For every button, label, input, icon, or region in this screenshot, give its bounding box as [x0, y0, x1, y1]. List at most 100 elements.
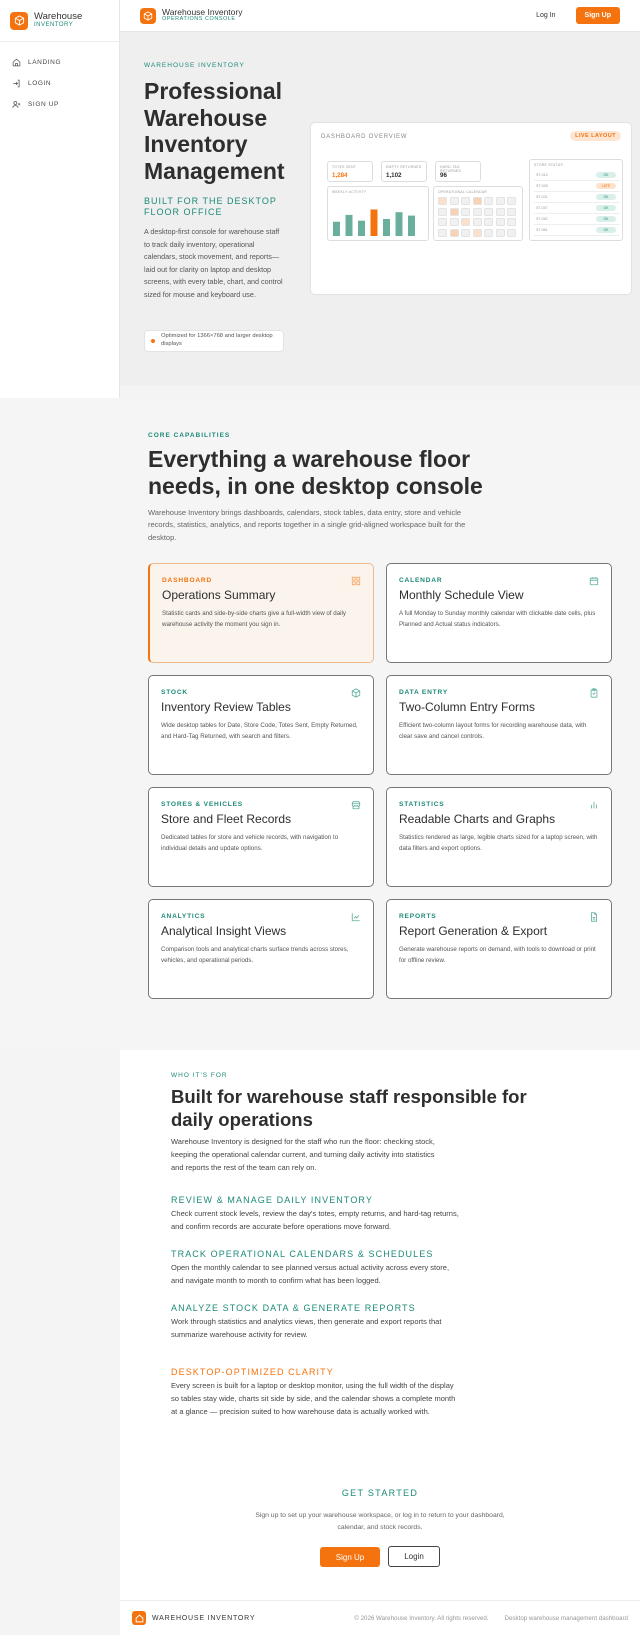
who-paragraph: Every screen is built for a laptop or de… — [171, 1381, 456, 1416]
stat-label: TOTES SENT — [332, 165, 357, 169]
card-description: Efficient two-column layout forms for re… — [399, 722, 587, 740]
sidebar-item-signup[interactable]: SIGN UP — [0, 94, 119, 115]
card-description: Comparison tools and analytical charts s… — [161, 946, 349, 964]
who-eyebrow: WHO IT'S FOR — [171, 1072, 228, 1079]
calendar-cell — [438, 197, 447, 205]
mini-calendar-grid — [438, 197, 518, 239]
calendar-cell — [495, 207, 505, 216]
calendar-cell — [484, 218, 493, 226]
card-dashboard[interactable]: DASHBOARD Operations Summary Statistic c… — [148, 563, 374, 663]
signup-button[interactable]: Sign Up — [575, 7, 620, 24]
card-tag: STATISTICS — [399, 801, 445, 808]
card-tag: ANALYTICS — [161, 913, 206, 920]
card-stores-vehicles[interactable]: STORES & VEHICLES Store and Fleet Record… — [148, 787, 374, 887]
sidebar-brand[interactable]: Warehouse INVENTORY — [0, 0, 119, 42]
box-icon — [351, 688, 361, 698]
calendar-cell — [461, 228, 470, 237]
stat-value: 96 — [440, 172, 447, 179]
stat-card: EMPTY RETURNED 1,102 — [381, 161, 427, 182]
calendar-cell — [449, 228, 459, 237]
who-heading: REVIEW & MANAGE DAILY INVENTORY — [171, 1195, 373, 1205]
calendar-cell — [449, 207, 459, 216]
card-stock[interactable]: STOCK Inventory Review Tables Wide deskt… — [148, 675, 374, 775]
document-icon — [591, 912, 597, 922]
card-analytics[interactable]: ANALYTICS Analytical Insight Views Compa… — [148, 899, 374, 999]
home-icon — [12, 58, 21, 67]
box-logo-icon[interactable] — [140, 7, 156, 24]
login-icon — [13, 79, 20, 88]
who-heading: DESKTOP-OPTIMIZED CLARITY — [171, 1367, 334, 1377]
store-code: ST-047 — [536, 206, 548, 210]
calendar-cell — [472, 228, 482, 237]
card-description: Dedicated tables for store and vehicle r… — [161, 834, 339, 852]
clipboard-icon — [590, 688, 598, 698]
card-tag: REPORTS — [399, 913, 437, 920]
calendar-cell — [495, 218, 505, 226]
calendar-cell — [507, 228, 516, 237]
card-tag: STORES & VEHICLES — [161, 801, 243, 808]
box-logo-icon — [10, 11, 28, 30]
topbar: Warehouse Inventory OPERATIONS CONSOLE L… — [120, 0, 640, 32]
get-started-description: Sign up to set up your warehouse workspa… — [255, 1512, 505, 1531]
get-started-login-button[interactable]: Login — [388, 1546, 440, 1567]
hero-description: A desktop-first console for warehouse st… — [144, 227, 283, 299]
calendar-panel: OPERATIONAL CALENDAR — [433, 186, 523, 241]
card-title: Inventory Review Tables — [161, 700, 291, 714]
footer-brand: WAREHOUSE INVENTORY — [152, 1614, 256, 1622]
stat-label: EMPTY RETURNED — [386, 165, 422, 169]
calendar-cell — [507, 207, 516, 216]
mini-bar — [395, 212, 403, 236]
who-paragraph: Check current stock levels, review the d… — [171, 1209, 459, 1231]
grid-icon — [351, 576, 361, 586]
who-section: WHO IT'S FOR Built for warehouse staff r… — [120, 1050, 640, 1600]
stat-value: 1,284 — [332, 172, 348, 179]
hero-title: Professional Warehouse Inventory Managem… — [144, 78, 285, 185]
who-title: Built for warehouse staff responsible fo… — [171, 1086, 527, 1131]
mini-bar — [383, 219, 390, 236]
status-panel-label: STORE STATUS — [534, 163, 564, 167]
calendar-cell — [472, 197, 482, 205]
card-description: Statistic cards and side-by-side charts … — [162, 610, 346, 628]
store-code: ST-031 — [536, 195, 548, 199]
live-layout-badge: LIVE LAYOUT — [570, 131, 621, 141]
sidebar-item-landing[interactable]: LANDING — [0, 52, 119, 73]
sidebar-brand-title: Warehouse — [34, 11, 83, 23]
card-reports[interactable]: REPORTS Report Generation & Export Gener… — [386, 899, 612, 999]
sidebar-item-label: LANDING — [28, 59, 62, 66]
calendar-cell — [484, 197, 493, 205]
get-started-signup-button[interactable]: Sign Up — [320, 1547, 380, 1567]
calendar-cell — [449, 218, 459, 226]
mini-bar-chart — [333, 209, 415, 236]
who-heading: ANALYZE STOCK DATA & GENERATE REPORTS — [171, 1303, 416, 1313]
bar-chart-icon — [591, 802, 597, 809]
calendar-cell — [438, 207, 447, 216]
user-plus-icon — [12, 101, 21, 108]
mini-bar — [358, 220, 365, 236]
card-statistics[interactable]: STATISTICS Readable Charts and Graphs St… — [386, 787, 612, 887]
hero-section: WAREHOUSE INVENTORY Professional Warehou… — [120, 32, 640, 386]
line-chart-icon — [351, 913, 360, 922]
status-pill: OK — [596, 227, 616, 233]
card-tag: STOCK — [161, 689, 188, 696]
mini-bar — [333, 221, 340, 236]
store-status-row: ST-052 OK — [534, 216, 620, 225]
optimization-note-text: Optimized for 1366×768 and larger deskto… — [161, 333, 273, 347]
status-pill: LATE — [596, 183, 616, 189]
calendar-cell — [461, 207, 470, 216]
card-data-entry[interactable]: DATA ENTRY Two-Column Entry Forms Effici… — [386, 675, 612, 775]
mini-bar — [345, 214, 353, 236]
card-calendar[interactable]: CALENDAR Monthly Schedule View A full Mo… — [386, 563, 612, 663]
card-tag: CALENDAR — [399, 577, 443, 584]
footer-tagline: Desktop warehouse management dashboard — [504, 1614, 628, 1622]
sidebar-item-label: LOGIN — [28, 80, 52, 87]
calendar-cell — [461, 197, 470, 205]
calendar-cell — [495, 197, 505, 205]
store-code: ST-061 — [536, 228, 548, 232]
status-pill: OK — [596, 172, 616, 178]
store-icon — [351, 801, 361, 810]
calendar-cell — [461, 218, 470, 226]
login-link[interactable]: Log In — [536, 12, 555, 19]
calendar-cell — [484, 207, 493, 216]
store-status-row: ST-028 LATE — [534, 183, 620, 192]
sidebar-item-login[interactable]: LOGIN — [0, 73, 119, 94]
